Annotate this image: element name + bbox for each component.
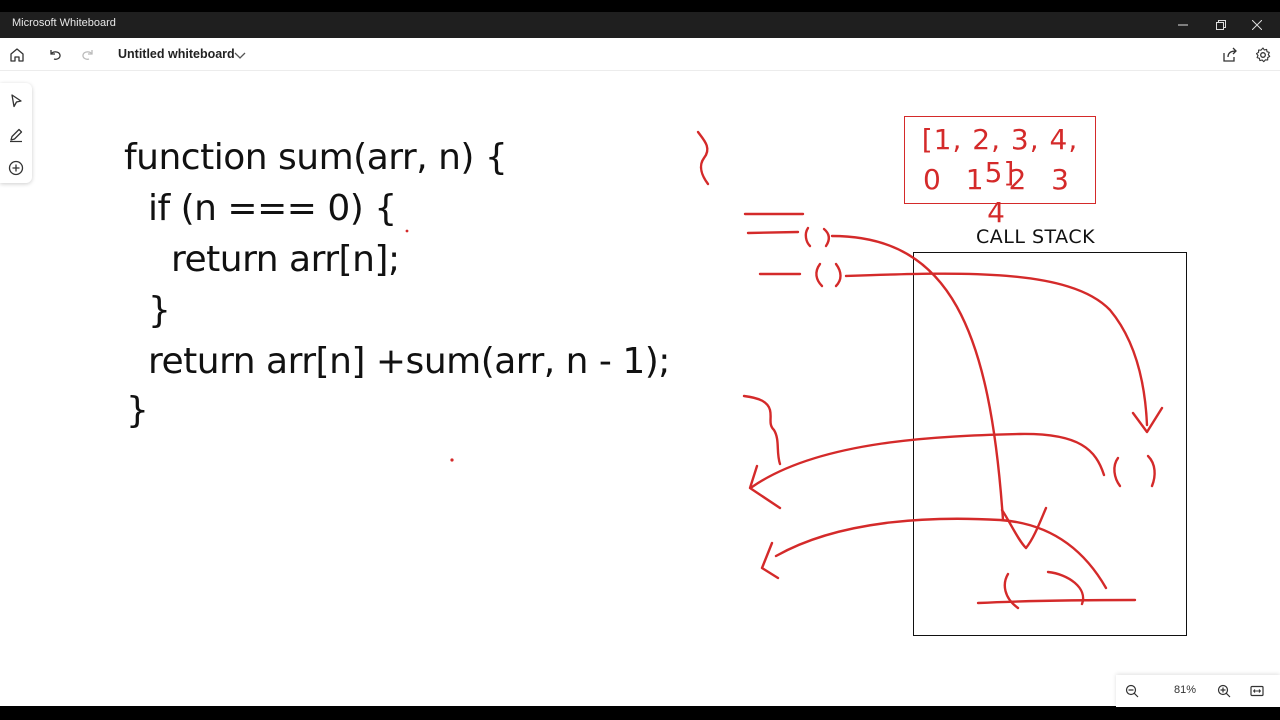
settings-button[interactable] <box>1252 44 1274 66</box>
tool-sidebar <box>0 83 32 183</box>
board-title-dropdown[interactable] <box>229 44 251 66</box>
title-bar: Microsoft Whiteboard <box>0 12 1280 38</box>
code-line: } <box>126 390 149 431</box>
minimize-icon <box>1178 24 1188 26</box>
zoom-in-button[interactable] <box>1214 681 1234 701</box>
select-tool-button[interactable] <box>5 90 27 112</box>
undo-icon <box>50 50 61 60</box>
call-stack-label: CALL STACK <box>976 226 1096 248</box>
close-button[interactable] <box>1234 12 1280 38</box>
zoom-level[interactable]: 81% <box>1166 684 1204 696</box>
pen-tool-button[interactable] <box>5 124 27 146</box>
array-indices: 0 1 2 3 4 <box>923 163 1077 229</box>
settings-icon <box>1255 47 1271 63</box>
zoom-controls: 81% <box>1116 675 1280 707</box>
pen-tool-icon <box>10 128 23 143</box>
code-line: function sum(arr, n) { <box>124 137 508 178</box>
fit-to-screen-button[interactable] <box>1247 681 1267 701</box>
bottom-edge <box>0 707 1280 720</box>
code-line: return arr[n]; <box>171 239 400 280</box>
chevron-down-icon <box>234 52 246 59</box>
app-title: Microsoft Whiteboard <box>12 17 116 29</box>
home-button[interactable] <box>6 44 28 66</box>
select-tool-icon <box>11 94 22 108</box>
home-icon <box>10 48 24 62</box>
array-box: [1, 2, 3, 4, 5] 0 1 2 3 4 <box>904 116 1096 229</box>
code-line: return arr[n] +sum(arr, n - 1); <box>148 341 670 382</box>
board-title[interactable]: Untitled whiteboard <box>118 47 235 61</box>
zoom-out-icon <box>1125 684 1139 698</box>
zoom-out-button[interactable] <box>1122 681 1142 701</box>
code-line: if (n === 0) { <box>148 188 397 229</box>
call-stack-box <box>913 252 1187 636</box>
close-icon <box>1252 20 1262 30</box>
fit-to-screen-icon <box>1250 685 1264 697</box>
undo-button[interactable] <box>44 44 66 66</box>
add-icon <box>8 160 24 176</box>
add-button[interactable] <box>5 157 27 179</box>
app-toolbar: Untitled whiteboard <box>0 38 1280 71</box>
share-icon <box>1223 47 1237 62</box>
redo-button[interactable] <box>77 44 99 66</box>
restore-icon <box>1216 20 1226 30</box>
share-button[interactable] <box>1219 44 1241 66</box>
redo-icon <box>82 50 93 60</box>
zoom-in-icon <box>1217 684 1231 698</box>
code-line: } <box>148 290 171 331</box>
